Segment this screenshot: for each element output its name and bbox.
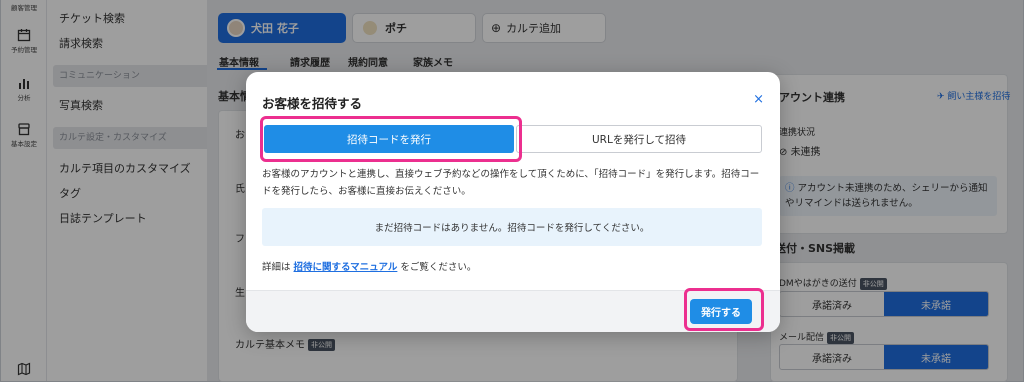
- modal-title: お客様を招待する: [262, 96, 363, 111]
- no-code-notice: まだ招待コードはありません。招待コードを発行してください。: [262, 208, 762, 246]
- highlight-frame-segment: [260, 116, 522, 162]
- segment-issue-url[interactable]: URLを発行して招待: [516, 125, 762, 153]
- manual-link[interactable]: 招待に関するマニュアル: [294, 262, 398, 273]
- invite-modal: お客様を招待する × 招待コードを発行 URLを発行して招待 お客様のアカウント…: [246, 72, 780, 332]
- close-icon[interactable]: ×: [753, 92, 764, 107]
- modal-description: お客様のアカウントと連携し、直接ウェブ予約などの操作をして頂くために、「招待コー…: [262, 169, 760, 197]
- highlight-frame-issue-button: [684, 288, 764, 331]
- manual-suffix: をご覧ください。: [397, 262, 477, 273]
- manual-line: 詳細は 招待に関するマニュアル をご覧ください。: [262, 259, 476, 273]
- manual-prefix: 詳細は: [262, 262, 294, 273]
